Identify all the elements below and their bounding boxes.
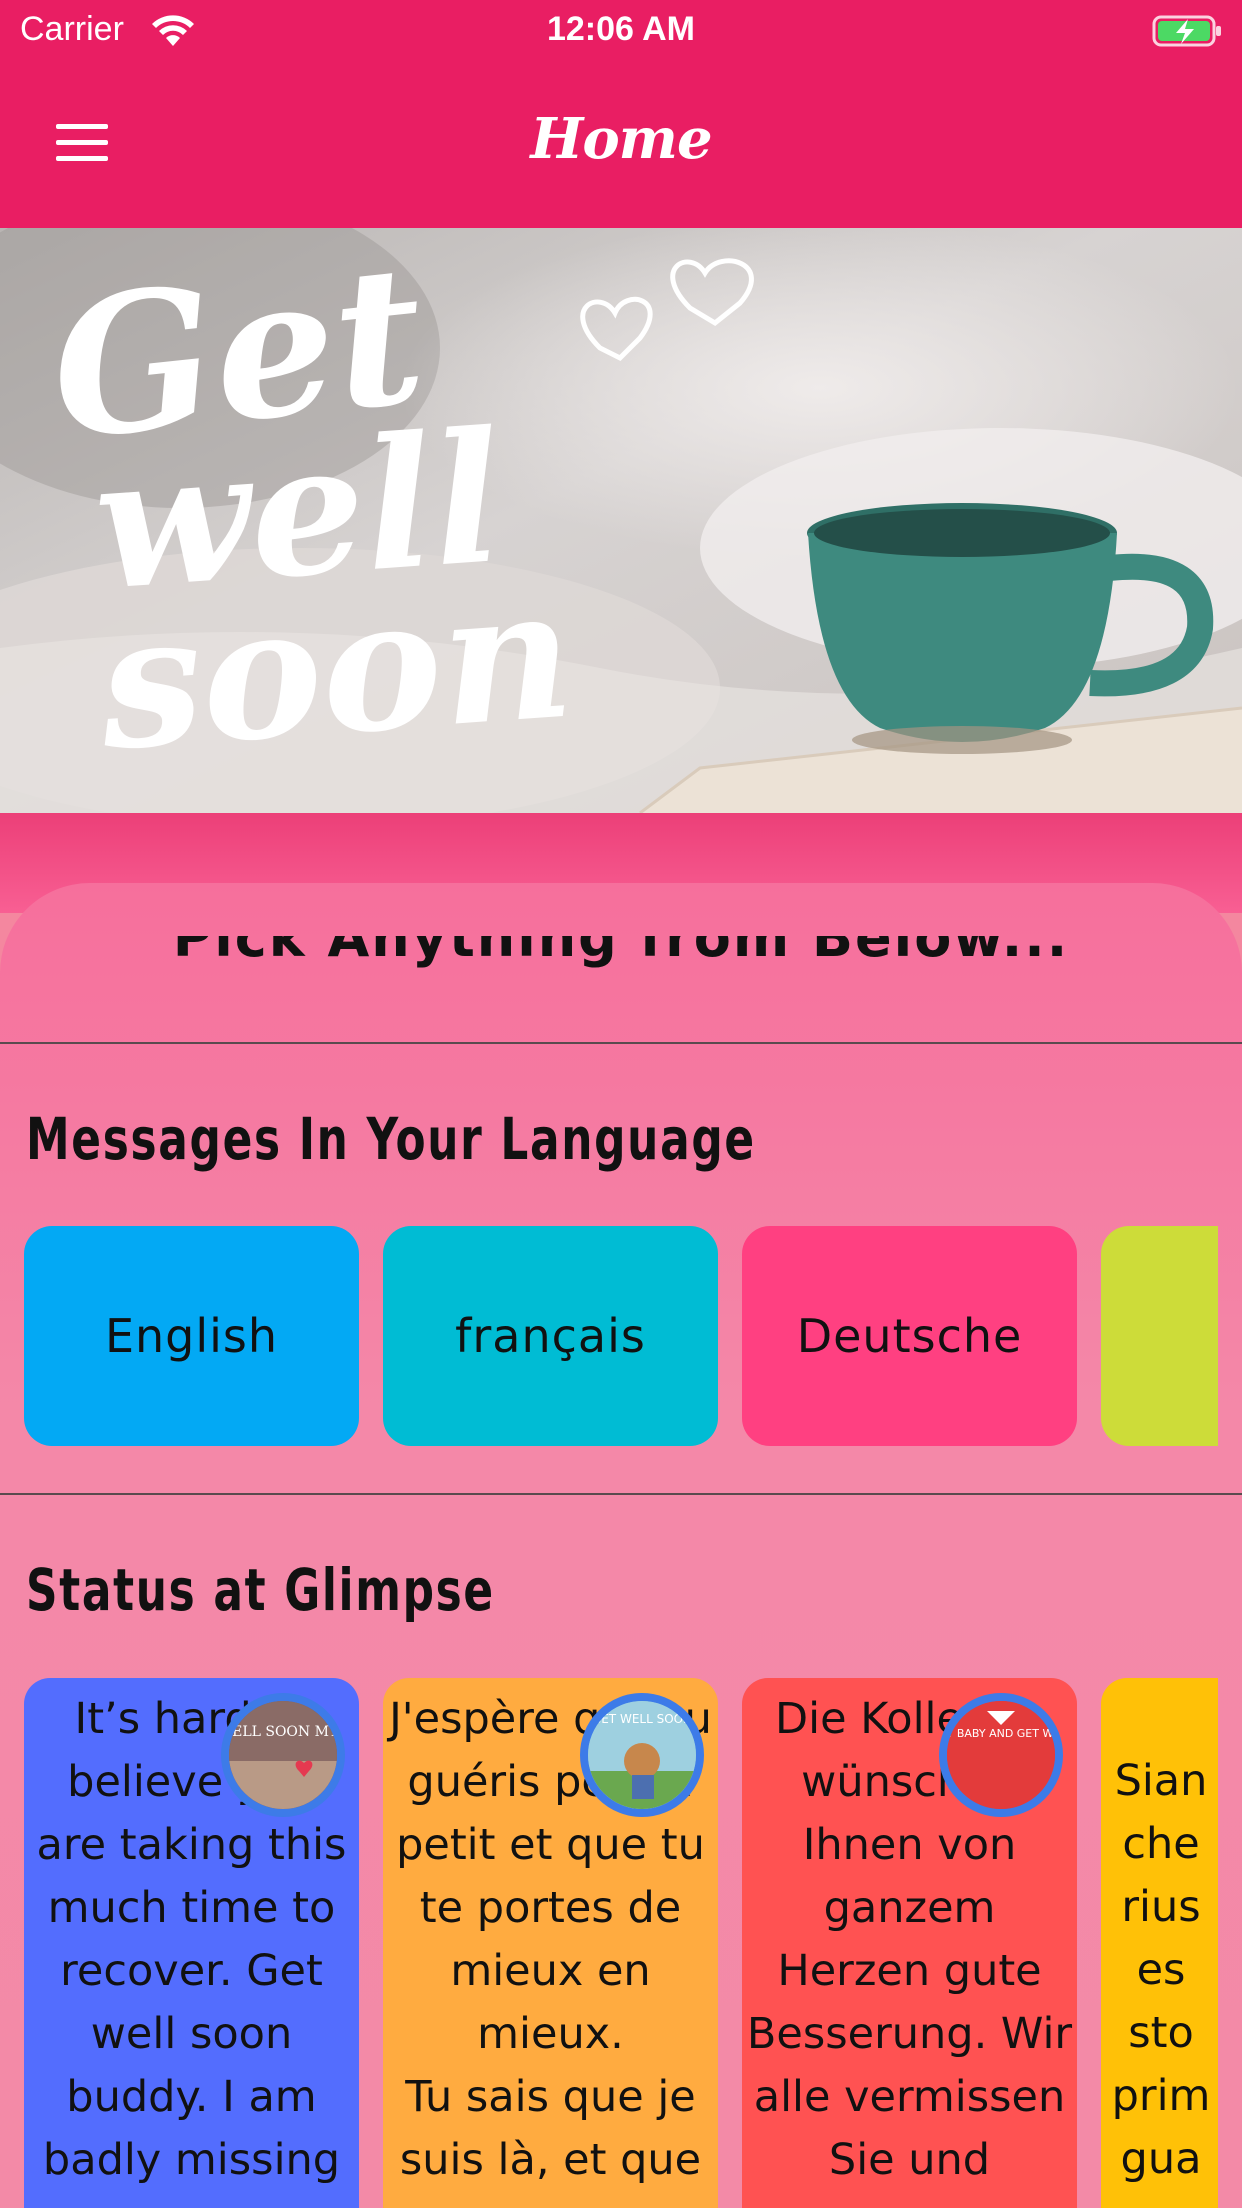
language-fourth-button[interactable]: [1101, 1226, 1218, 1446]
divider: [0, 1493, 1242, 1495]
language-german-button[interactable]: Deutsche: [742, 1226, 1077, 1446]
status-list: It’s hard to believe you are taking this…: [24, 1678, 1218, 2208]
status-card-french[interactable]: J'espère que tu guéris petit à petit et …: [383, 1678, 718, 2208]
hero-text-soon: soon: [92, 547, 579, 791]
battery-charging-icon: [1152, 15, 1221, 47]
app-bar: Home: [0, 62, 1242, 228]
language-french-button[interactable]: français: [383, 1226, 718, 1446]
status-card-english[interactable]: It’s hard to believe you are taking this…: [24, 1678, 359, 2208]
pick-heading: Pick Anything from Below...: [172, 936, 1070, 969]
content-sheet: Pick Anything from Below... Messages In …: [0, 883, 1242, 2208]
status-title: Status at Glimpse: [26, 1556, 495, 1624]
status-card-german[interactable]: Die Kollegen wünschen Ihnen von ganzem H…: [742, 1678, 1077, 2208]
avatar-caption: LOVE U MY BABY AND GET WELL SOON: [947, 1727, 1055, 1740]
clock: 12:06 AM: [546, 10, 696, 48]
languages-title: Messages In Your Language: [26, 1105, 756, 1173]
status-card-text: Sian che rius es sto prim gua: [1111, 1756, 1211, 2184]
status-bar: Carrier 12:06 AM: [0, 0, 1242, 62]
status-card-avatar: GET WELL SOON: [580, 1693, 704, 1817]
hero-banner-image: Get well soon: [0, 228, 1242, 813]
status-card-fourth[interactable]: Sian che rius es sto prim gua: [1101, 1678, 1218, 2208]
language-list: English français Deutsche: [24, 1226, 1218, 1446]
avatar-caption: GET WELL SOON MY LOVE: [229, 1724, 337, 1740]
avatar-caption: GET WELL SOON: [592, 1712, 692, 1726]
language-english-button[interactable]: English: [24, 1226, 359, 1446]
status-card-avatar: LOVE U MY BABY AND GET WELL SOON: [939, 1693, 1063, 1817]
status-card-avatar: GET WELL SOON MY LOVE: [221, 1693, 345, 1817]
divider: [0, 1042, 1242, 1044]
page-title: Home: [530, 106, 712, 172]
